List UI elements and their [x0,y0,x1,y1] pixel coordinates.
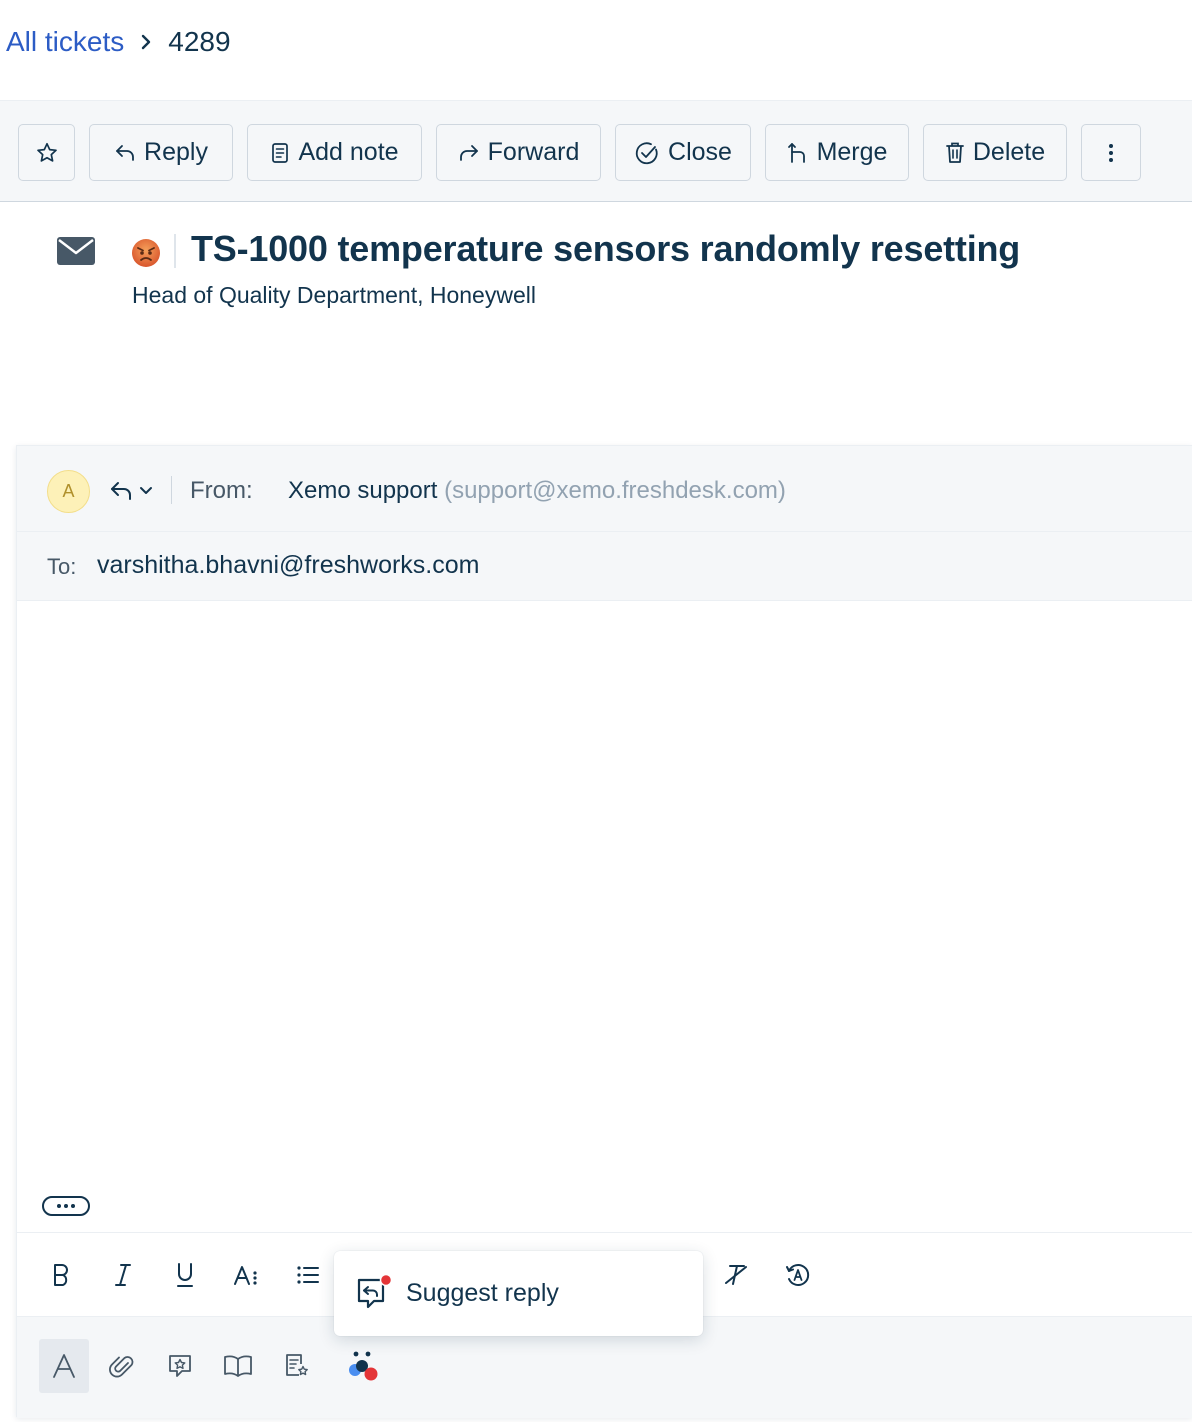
ticket-title: TS-1000 temperature sensors randomly res… [191,228,1021,269]
attachment-button[interactable] [97,1339,147,1393]
solution-articles-button[interactable] [213,1339,263,1393]
from-selector[interactable]: Xemo support (support@xemo.freshdesk.com… [288,477,786,505]
breadcrumb: All tickets 4289 [6,24,231,60]
close-button[interactable]: Close [615,124,751,181]
italic-button[interactable] [103,1257,143,1293]
clear-formatting-button[interactable] [716,1257,756,1293]
freddy-ai-button[interactable] [339,1339,389,1393]
chevron-right-icon [124,24,168,60]
spell-check-icon [786,1264,810,1286]
insert-template-button[interactable] [271,1339,321,1393]
agent-avatar: A [47,470,90,513]
show-quoted-text-button[interactable] [42,1196,90,1216]
close-button-label: Close [668,138,732,166]
from-email: (support@xemo.freshdesk.com) [444,477,786,504]
delete-button[interactable]: Delete [923,124,1067,181]
reply-icon [111,482,131,500]
underline-button[interactable] [165,1257,205,1293]
to-recipient[interactable]: varshitha.bhavni@freshworks.com [97,551,479,580]
book-icon [224,1355,252,1377]
to-row: To: varshitha.bhavni@freshworks.com [17,532,1192,601]
dot-icon [71,1204,75,1208]
add-note-button-label: Add note [298,138,399,166]
font-size-button[interactable] [227,1257,267,1293]
suggest-reply-popup[interactable]: Suggest reply [334,1251,703,1336]
bold-button[interactable] [41,1257,81,1293]
spell-check-button[interactable] [778,1257,818,1293]
text-format-toggle-button[interactable] [39,1339,89,1393]
reply-type-dropdown[interactable] [109,476,157,506]
trash-icon [945,142,964,163]
underline-icon [177,1263,193,1287]
angry-face-emoji-icon [132,239,160,267]
breadcrumb-ticket-id: 4289 [168,26,231,57]
text-format-icon [53,1354,75,1378]
paperclip-icon [109,1356,134,1378]
envelope-icon [57,237,95,265]
to-label: To: [47,554,77,579]
add-note-button[interactable]: Add note [247,124,422,181]
merge-icon [787,142,805,163]
delete-button-label: Delete [972,138,1046,166]
ticket-toolbar: Reply Add note Forward Close Merge Delet… [0,100,1192,202]
star-button[interactable] [18,124,75,181]
check-circle-icon [635,141,658,164]
document-star-icon [286,1354,308,1376]
header-divider [174,234,176,268]
reply-icon [116,144,134,161]
forward-button[interactable]: Forward [436,124,601,181]
requester-subtitle-text: Head of Quality Department, Honeywell [132,282,536,308]
suggest-reply-icon [357,1273,393,1309]
reply-editor[interactable] [17,602,1192,1232]
breadcrumb-all-tickets-link[interactable]: All tickets [6,26,124,58]
merge-button-label: Merge [816,138,888,166]
bold-icon [54,1264,68,1286]
font-size-icon [234,1266,257,1285]
clear-formatting-icon [725,1265,747,1285]
bullet-list-button[interactable] [288,1257,328,1293]
suggest-reply-label: Suggest reply [406,1279,559,1307]
from-row: A From: Xemo support (support@xemo.fresh… [17,446,1192,532]
dot-icon [57,1204,61,1208]
more-options-button[interactable] [1081,124,1141,181]
reply-button-label: Reply [144,138,208,166]
merge-button[interactable]: Merge [765,124,909,181]
forward-button-label: Forward [487,138,580,166]
from-label: From: [190,477,253,504]
chevron-down-icon [140,487,152,494]
requester-subtitle: Head of Quality Department, Honeywell [132,280,536,308]
note-icon [272,142,289,163]
dot-icon [64,1204,68,1208]
star-icon [36,142,57,162]
freddy-ai-icon [349,1351,378,1381]
vertical-dots-icon [1109,143,1113,162]
canned-response-icon [169,1355,191,1377]
from-name: Xemo support [288,477,438,504]
forward-icon [459,144,478,161]
bullet-list-icon [297,1266,319,1284]
canned-response-button[interactable] [155,1339,205,1393]
italic-icon [115,1264,131,1286]
from-divider [171,476,172,504]
reply-button[interactable]: Reply [89,124,233,181]
